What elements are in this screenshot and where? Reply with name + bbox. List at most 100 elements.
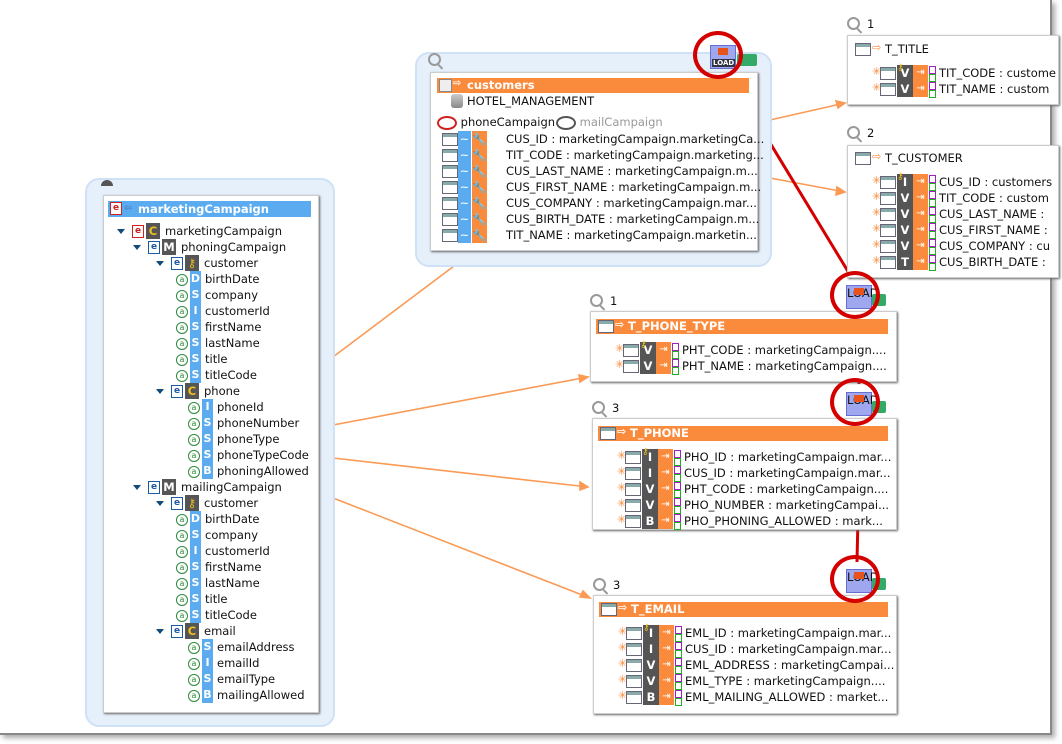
tree-item-label[interactable]: birthDate [205,272,260,286]
wrench-icon: 🔧 [472,211,487,227]
type-S-icon: S [202,447,213,463]
insert-flag-icon [674,458,681,466]
expand-toggle-icon[interactable] [156,389,164,394]
target-header[interactable]: ⇨ T_EMAIL [599,601,888,617]
target-row[interactable]: EML_ADDRESS : marketingCampai... [685,658,894,672]
magnifier-icon[interactable] [847,17,860,30]
source-tree-header[interactable]: e ⇦ marketingCampaign [108,201,311,217]
tree-item-label[interactable]: customer [204,496,258,510]
tree-item-label[interactable]: lastName [205,336,260,350]
tree-item-label[interactable]: phoneType [217,432,279,446]
expand-toggle-icon[interactable] [156,629,164,634]
tree-item-label[interactable]: phoneNumber [217,416,299,430]
target-row[interactable]: PHT_CODE : marketingCampaign.... [682,343,886,357]
target-row[interactable]: CUS_ID : marketingCampaign.mar... [684,466,890,480]
target-header[interactable]: ⇨ T_TITLE [853,41,1050,57]
complex-icon: C [146,223,160,239]
target-row[interactable]: PHO_ID : marketingCampaign.mar... [684,450,891,464]
tree-item-label[interactable]: emailId [217,656,259,670]
mapping-row[interactable]: CUS_BIRTH_DATE : marketingCampaign.m... [506,212,759,226]
target-row[interactable]: EML_MAILING_ALLOWED : market... [685,690,888,704]
target-row[interactable]: PHO_PHONING_ALLOWED : mark... [684,514,883,528]
tree-item-label[interactable]: marketingCampaign [165,224,282,238]
insert-flag-icon [675,682,682,690]
target-row[interactable]: CUS_BIRTH_DATE : [939,255,1046,269]
mapping-row[interactable]: CUS_COMPANY : marketingCampaign.mar... [506,196,757,210]
target-row[interactable]: PHO_NUMBER : marketingCampai... [684,498,889,512]
tree-item-label[interactable]: title [205,352,227,366]
target-row[interactable]: EML_ID : marketingCampaign.mar... [685,626,891,640]
customers-header[interactable]: ⇨ customers [437,78,749,93]
highlight-circle [830,378,880,426]
tree-item-label[interactable]: emailType [217,672,275,686]
type-V-icon: V [897,222,913,238]
tree-item-label[interactable]: customerId [205,304,270,318]
target-row[interactable]: CUS_COMPANY : cu [939,239,1050,253]
campaign-rings-icon [556,115,576,130]
target-row[interactable]: CUS_LAST_NAME : [939,207,1044,221]
magnifier-icon[interactable] [590,294,603,307]
magnifier-icon[interactable] [847,126,860,139]
tree-item-label[interactable]: titleCode [205,608,257,622]
tree-item-label[interactable]: customerId [205,544,270,558]
expand-toggle-icon[interactable] [117,229,125,234]
attribute-icon: a [188,658,200,670]
tree-item-label[interactable]: phoneTypeCode [217,448,309,462]
type-I-icon: I [190,543,201,559]
tree-item-label[interactable]: title [205,592,227,606]
mapping-row[interactable]: CUS_FIRST_NAME : marketingCampaign.m... [506,180,761,194]
type-S-icon: S [190,527,201,543]
attribute-icon: a [176,354,188,366]
tree-item-label[interactable]: phoneId [217,400,264,414]
tree-item-label[interactable]: mailingAllowed [217,688,305,702]
target-header[interactable]: ⇨ T_PHONE_TYPE [596,318,888,334]
mapping-row[interactable]: CUS_LAST_NAME : marketingCampaign.m... [506,164,758,178]
target-row[interactable]: TIT_CODE : custome [939,66,1056,80]
eye-icon[interactable] [101,180,113,186]
expand-toggle-icon[interactable] [133,485,141,490]
campaign-phone-tab[interactable]: phoneCampaign [437,115,555,130]
mapping-row[interactable]: TIT_NAME : marketingCampaign.marketin... [506,228,757,242]
magnifier-icon[interactable] [428,53,441,66]
target-row[interactable]: EML_TYPE : marketingCampaign.... [685,674,885,688]
magnifier-icon[interactable] [592,401,605,414]
campaign-mail-tab[interactable]: mailCampaign [556,115,663,130]
tree-item-label[interactable]: phoningCampaign [181,240,286,254]
target-row[interactable]: PHT_NAME : marketingCampaign.... [682,359,887,373]
target-header[interactable]: ⇨ T_CUSTOMER [853,150,1050,166]
tree-item-label[interactable]: mailingCampaign [181,480,282,494]
tree-item-label[interactable]: email [204,624,236,638]
tree-item-label[interactable]: lastName [205,576,260,590]
target-row[interactable]: CUS_FIRST_NAME : [939,223,1048,237]
target-header[interactable]: ⇨ T_PHONE [598,425,888,441]
tree-item-label[interactable]: emailAddress [217,640,295,654]
tree-item-label[interactable]: company [205,288,258,302]
update-flag-icon [929,207,936,215]
mapping-row[interactable]: CUS_ID : marketingCampaign.marketingCa..… [506,132,764,146]
target-row[interactable]: CUS_ID : customers [939,175,1052,189]
expand-toggle-icon[interactable] [133,245,141,250]
target-row[interactable]: CUS_ID : marketingCampaign.mar... [685,642,891,656]
column-icon [880,192,896,205]
target-row[interactable]: TIT_NAME : custom [939,82,1049,96]
target-row[interactable]: PHT_CODE : marketingCampaign.... [684,482,888,496]
expand-toggle-icon[interactable] [156,501,164,506]
attribute-icon: a [188,418,200,430]
key-icon: ⚷ [897,63,904,73]
tree-item-label[interactable]: customer [204,256,258,270]
target-row[interactable]: TIT_CODE : custom [939,191,1049,205]
expand-toggle-icon[interactable] [156,261,164,266]
datasource-label: HOTEL_MANAGEMENT [467,94,595,108]
mapping-row[interactable]: TIT_CODE : marketingCampaign.marketing..… [506,148,764,162]
tree-item-label[interactable]: phone [204,384,240,398]
tree-item-label[interactable]: phoningAllowed [217,464,309,478]
mapping-canvas[interactable]: e ⇦ marketingCampaign e CmarketingCampaig… [0,0,1059,735]
tilde-icon: ~ [458,195,471,211]
magnifier-icon[interactable] [593,578,606,591]
tree-item-label[interactable]: birthDate [205,512,260,526]
type-I-icon: I [642,465,658,481]
tree-item-label[interactable]: company [205,528,258,542]
tree-item-label[interactable]: firstName [205,560,261,574]
tree-item-label[interactable]: titleCode [205,368,257,382]
tree-item-label[interactable]: firstName [205,320,261,334]
